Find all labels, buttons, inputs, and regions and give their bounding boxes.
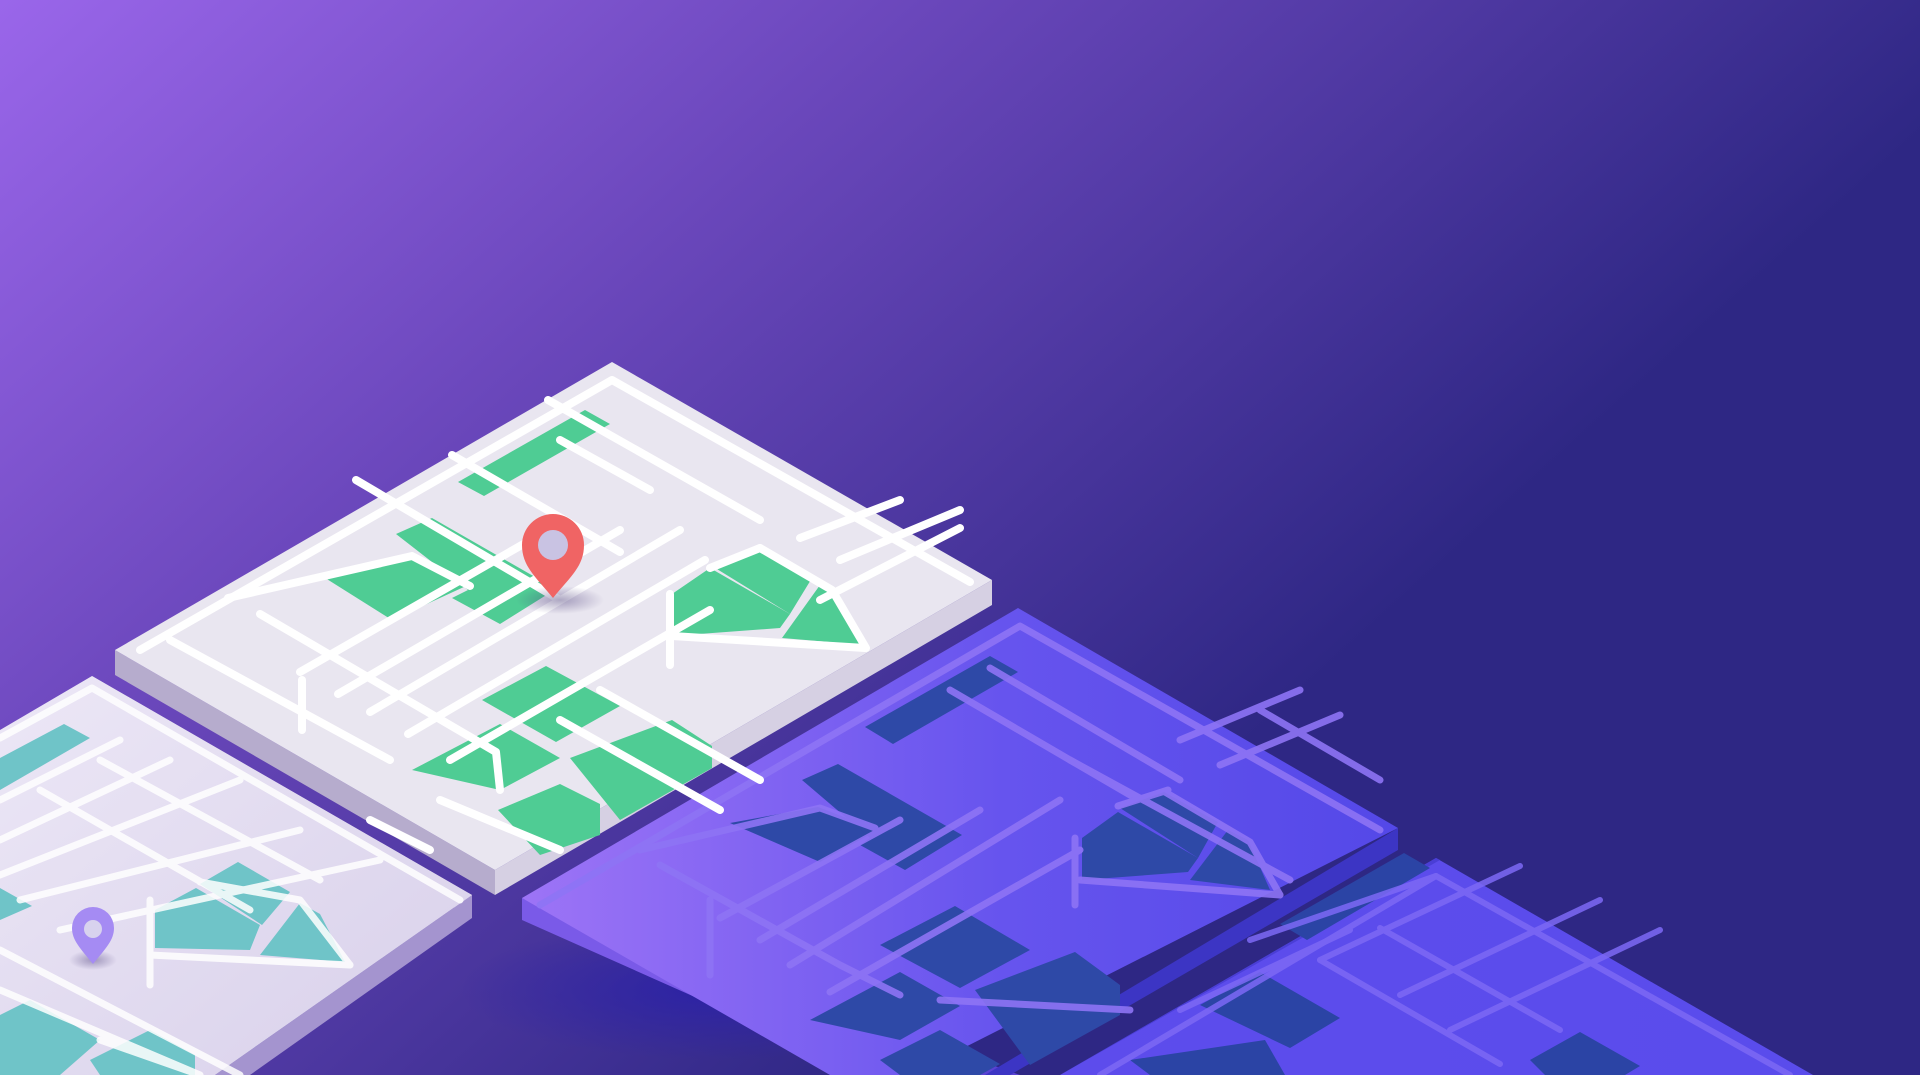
isometric-map-illustration	[0, 0, 1920, 1075]
map-artwork	[0, 0, 1920, 1075]
